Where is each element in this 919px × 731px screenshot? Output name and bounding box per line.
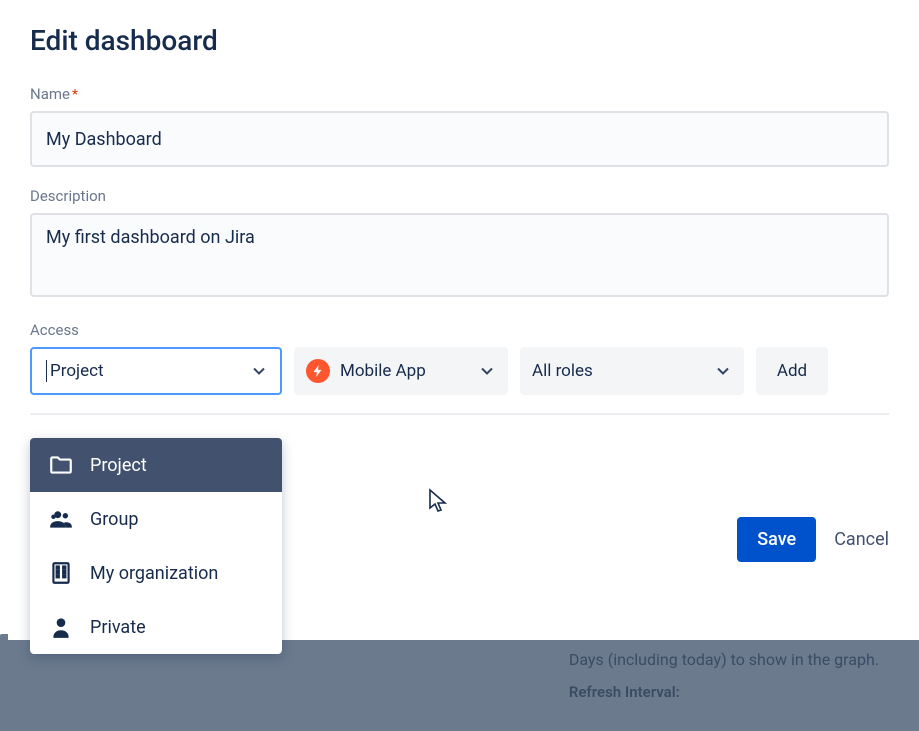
add-button[interactable]: Add — [756, 347, 828, 395]
access-row: Project Mobile App All roles — [30, 347, 889, 395]
access-scope-value: Mobile App — [340, 361, 426, 381]
access-type-dropdown: Project Group My organization Private — [30, 438, 282, 654]
person-icon — [48, 614, 74, 640]
backdrop-refresh-label: Refresh Interval: — [569, 683, 879, 701]
backdrop-days-text: Days (including today) to show in the gr… — [569, 650, 879, 669]
dropdown-item-label: My organization — [90, 563, 218, 584]
folder-icon — [48, 452, 74, 478]
lightning-icon — [306, 359, 330, 383]
cursor-icon — [428, 488, 448, 514]
access-scope-select[interactable]: Mobile App — [294, 347, 508, 395]
dropdown-item-private[interactable]: Private — [30, 600, 282, 654]
description-input[interactable]: My first dashboard on Jira — [30, 213, 889, 297]
access-role-select[interactable]: All roles — [520, 347, 744, 395]
access-type-value: Project — [50, 361, 104, 381]
backdrop-content: Days (including today) to show in the gr… — [569, 650, 879, 701]
access-label: Access — [30, 321, 889, 339]
dropdown-item-organization[interactable]: My organization — [30, 546, 282, 600]
dropdown-item-project[interactable]: Project — [30, 438, 282, 492]
dropdown-item-label: Project — [90, 455, 147, 476]
access-type-select[interactable]: Project — [30, 347, 282, 395]
required-asterisk: * — [72, 87, 78, 103]
name-label: Name* — [30, 85, 889, 103]
description-label: Description — [30, 187, 889, 205]
chevron-down-icon — [250, 362, 268, 380]
dropdown-item-label: Private — [90, 617, 146, 638]
name-input[interactable] — [30, 111, 889, 167]
description-field-group: Description My first dashboard on Jira — [30, 187, 889, 301]
access-role-placeholder: All roles — [532, 361, 593, 381]
dropdown-item-group[interactable]: Group — [30, 492, 282, 546]
building-icon — [48, 560, 74, 586]
name-field-group: Name* — [30, 85, 889, 167]
page-title: Edit dashboard — [30, 24, 889, 57]
chevron-down-icon — [478, 362, 496, 380]
footer-buttons: Save Cancel — [737, 517, 889, 562]
cancel-button[interactable]: Cancel — [834, 529, 889, 550]
access-field-group: Access Project Mobile App — [30, 321, 889, 415]
chevron-down-icon — [714, 362, 732, 380]
save-button[interactable]: Save — [737, 517, 816, 562]
dropdown-item-label: Group — [90, 509, 138, 530]
divider — [30, 413, 889, 415]
group-icon — [48, 506, 74, 532]
